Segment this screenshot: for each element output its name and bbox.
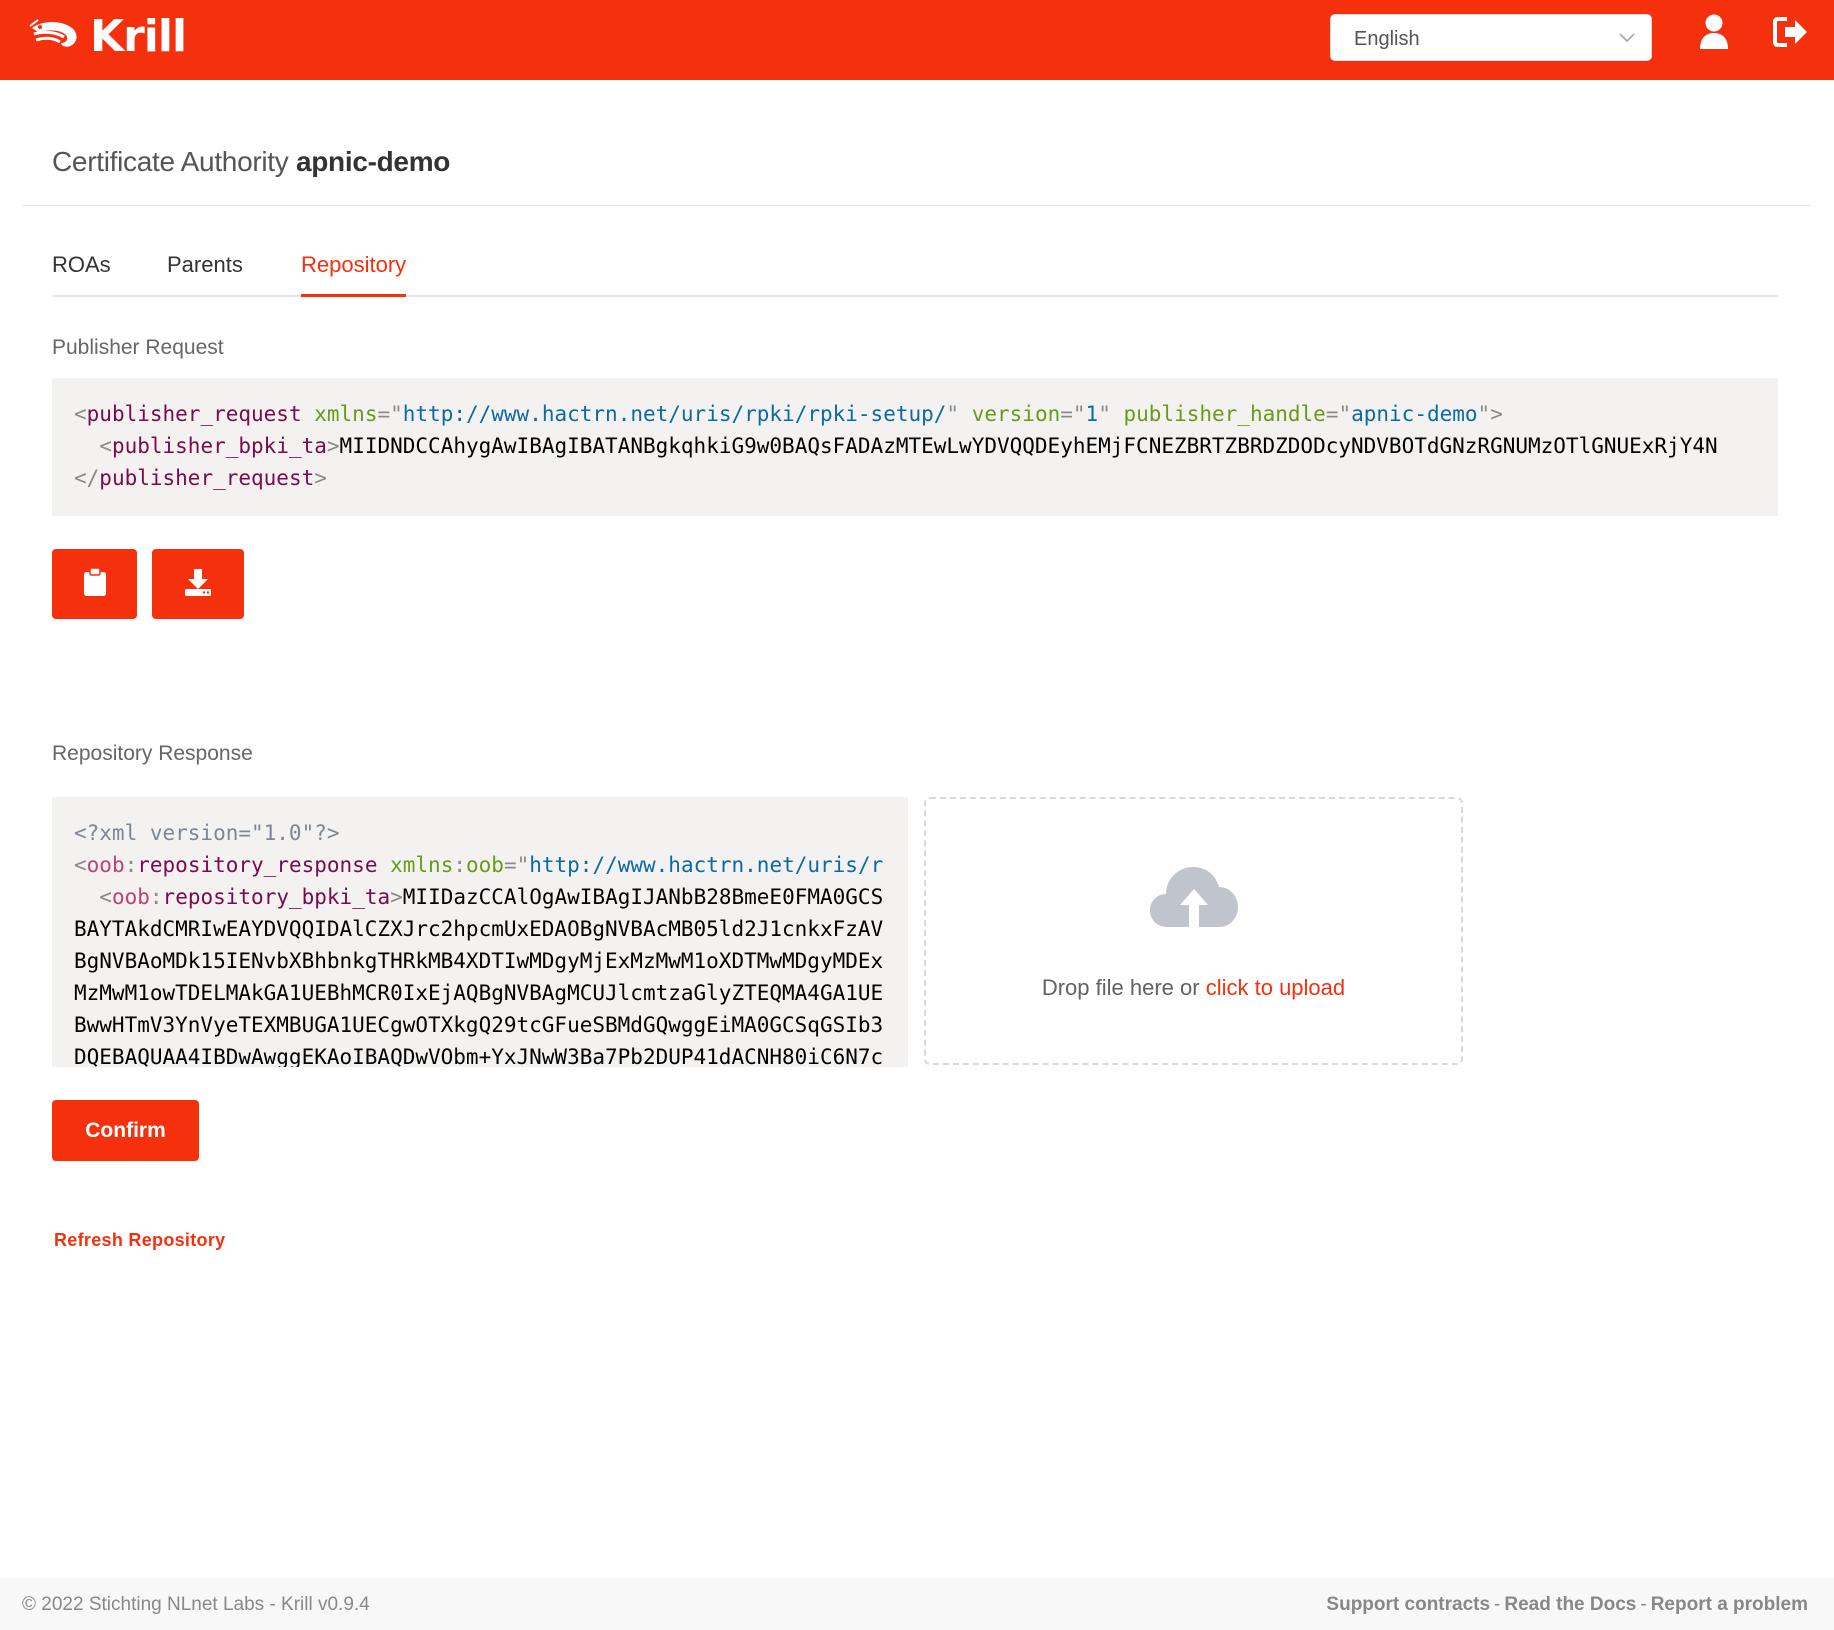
download-icon (183, 567, 213, 602)
file-upload-dropzone[interactable]: Drop file here or click to upload (924, 797, 1463, 1065)
xml-content: MIIDazCCAlOgAwIBAgIJANbB28BmeE0FMA0GCS (402, 885, 884, 909)
publisher-request-label: Publisher Request (52, 336, 224, 359)
upload-text: Drop file here or click to upload (926, 975, 1461, 1001)
page-title: Certificate Authority apnic-demo (52, 146, 450, 178)
chevron-down-icon (1617, 27, 1637, 52)
xml-declaration: <?xml version="1.0"?> (74, 821, 340, 845)
upload-hint: Drop file here or (1041, 975, 1200, 1000)
xml-tag: repository_bpki_ta (162, 885, 391, 909)
xml-content-line: BwwHTmV3YnVyeTEXMBUGA1UECgwOTXkgQ29tcGFu… (74, 1013, 884, 1037)
support-contracts-link[interactable]: Support contracts (1326, 1594, 1490, 1615)
xml-attr: version (971, 402, 1061, 426)
app-name: Krill (90, 10, 187, 62)
xml-content-line: BgNVBAoMDk15IENvbXBhbnkgTHRkMB4XDTIwMDgy… (74, 949, 884, 973)
xml-attr-value: http://www.hactrn.net/uris/r (529, 853, 884, 877)
confirm-button[interactable]: Confirm (52, 1100, 199, 1161)
read-the-docs-link[interactable]: Read the Docs (1504, 1594, 1636, 1615)
xml-content-line: MzMwM1owTDELMAkGA1UEBhMCR0IxEjAQBgNVBAgM… (74, 981, 884, 1005)
xml-attr: xmlns (314, 402, 378, 426)
repository-response-label: Repository Response (52, 742, 253, 765)
footer-links: Support contracts - Read the Docs - Report a… (1326, 1594, 1808, 1616)
tab-roas[interactable]: ROAs (52, 252, 111, 297)
footer-separator: - (1640, 1594, 1647, 1615)
refresh-repository-link[interactable]: Refresh Repository (54, 1230, 225, 1251)
language-select[interactable]: English (1330, 14, 1652, 61)
xml-attr-value: http://www.hactrn.net/uris/rpki/rpki-set… (402, 402, 947, 426)
xml-attr: publisher_handle (1123, 402, 1326, 426)
logout-icon[interactable] (1773, 17, 1809, 52)
top-header: Krill English (0, 0, 1834, 80)
xml-attr-value: apnic-demo (1351, 402, 1478, 426)
footer-separator: - (1494, 1594, 1501, 1615)
download-button[interactable] (152, 549, 244, 619)
page-title-prefix: Certificate Authority (52, 146, 289, 177)
publisher-request-xml[interactable]: <publisher_request xmlns="http://www.hac… (52, 378, 1778, 516)
xml-content-line: BAYTAkdCMRIwEAYDVQQIDAlCZXJrc2hpcmUxEDAO… (74, 917, 884, 941)
footer-copyright: © 2022 Stichting NLnet Labs - Krill v0.9… (22, 1594, 370, 1615)
ca-name: apnic-demo (295, 146, 451, 177)
xml-content-line: DQEBAQUAA4IBDwAwggEKAoIBAQDwVObm+YxJNwW3… (74, 1045, 884, 1067)
cloud-upload-icon (1148, 861, 1240, 936)
xml-attr-value: 1 (1085, 402, 1099, 426)
repository-response-xml[interactable]: <?xml version="1.0"?> <oob:repository_re… (52, 797, 908, 1067)
copy-button[interactable] (52, 549, 137, 619)
tab-bar: ROAs Parents Repository (52, 252, 1778, 297)
title-divider (22, 205, 1811, 206)
xml-namespace: oob (111, 885, 150, 909)
report-problem-link[interactable]: Report a problem (1651, 1594, 1808, 1615)
upload-link[interactable]: click to upload (1206, 975, 1345, 1000)
xml-tag: publisher_request (86, 402, 302, 426)
xml-attr: xmlns (390, 853, 454, 877)
xml-tag: publisher_bpki_ta (111, 434, 327, 458)
footer: © 2022 Stichting NLnet Labs - Krill v0.9… (0, 1578, 1834, 1630)
xml-content: MIIDNDCCAhygAwIBAgIBATANBgkqhkiG9w0BAQsF… (339, 434, 1718, 458)
xml-tag: publisher_request (99, 466, 315, 490)
xml-namespace: oob (466, 853, 504, 877)
krill-logo[interactable]: Krill (28, 10, 187, 62)
user-icon[interactable] (1698, 14, 1730, 55)
xml-namespace: oob (86, 853, 125, 877)
shrimp-logo-icon (28, 14, 86, 59)
xml-tag: repository_response (137, 853, 378, 877)
tab-parents[interactable]: Parents (167, 252, 243, 297)
clipboard-icon (83, 566, 107, 602)
tab-repository[interactable]: Repository (301, 252, 407, 297)
language-select-value: English (1354, 28, 1420, 50)
